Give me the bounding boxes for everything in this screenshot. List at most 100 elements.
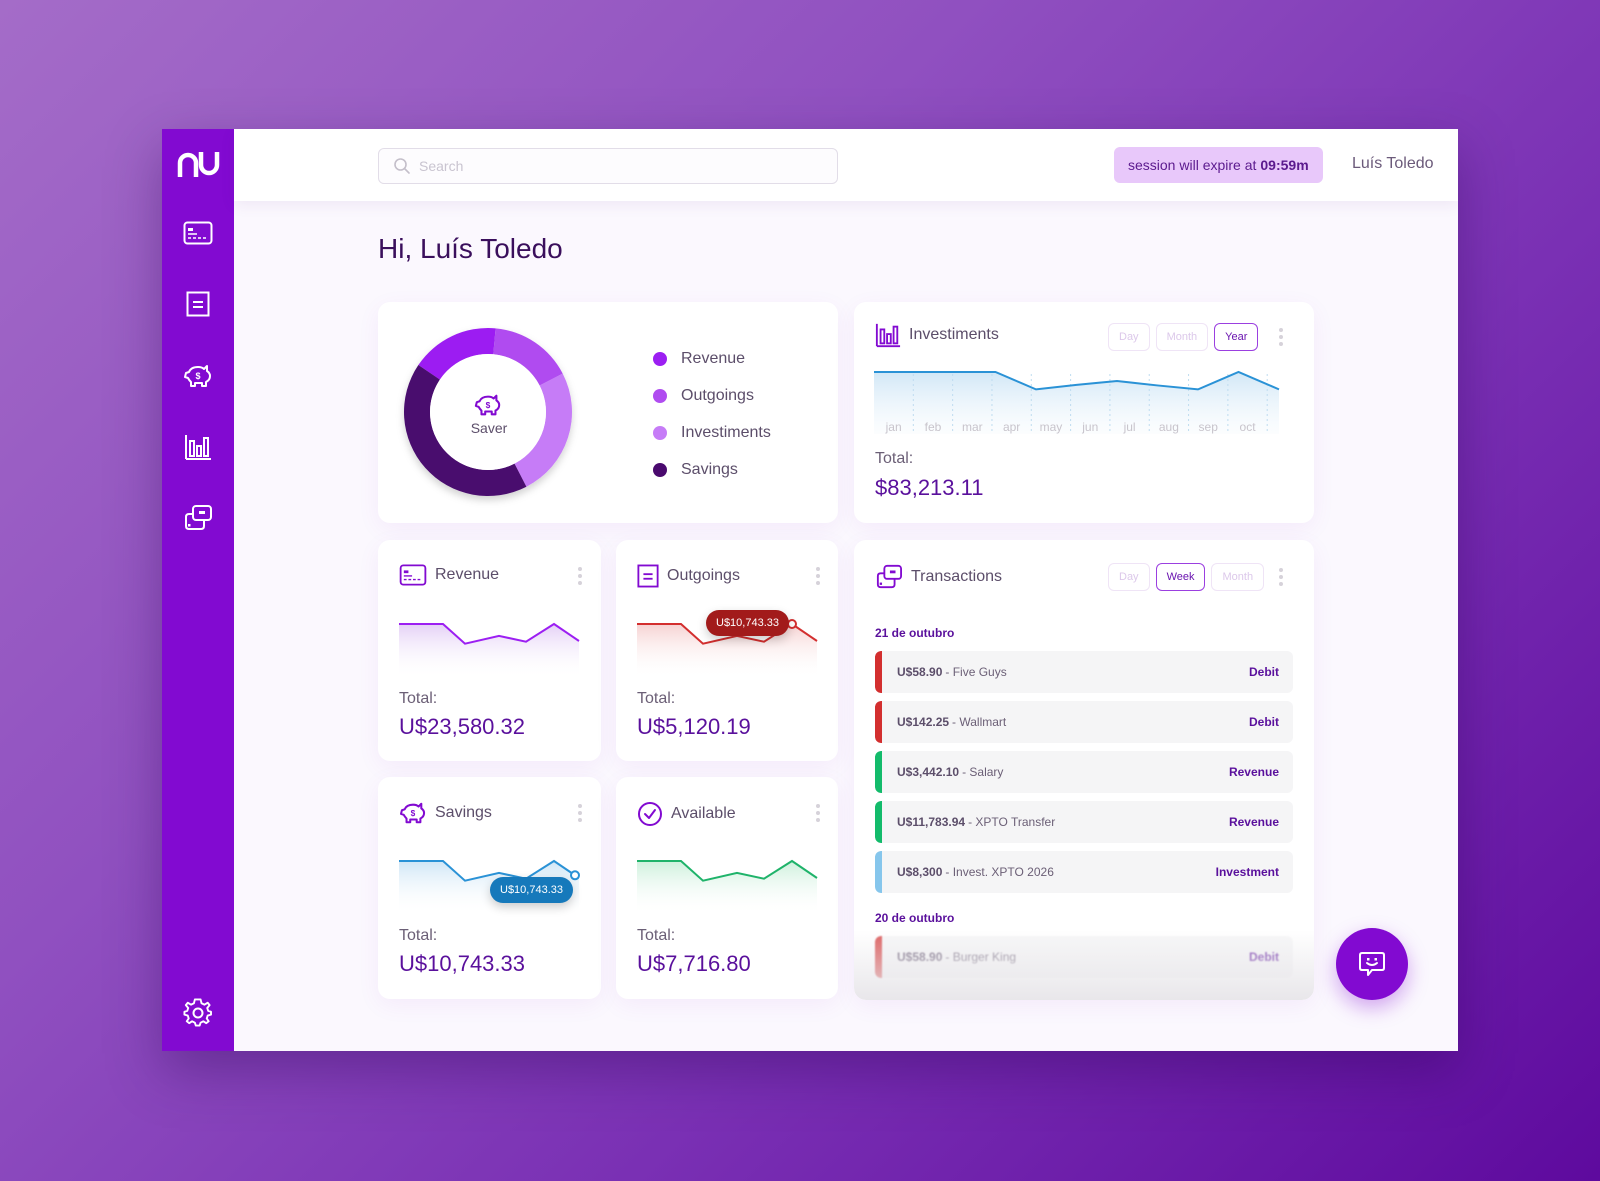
savings-card: $ Savings U$10,743.33 Total: U$10,743.33 [378, 777, 601, 999]
legend-item-savings: Savings [653, 451, 771, 488]
total-value: U$10,743.33 [399, 951, 525, 976]
sidebar-item-savings[interactable]: $ [180, 358, 216, 394]
user-name[interactable]: Luís Toledo [1352, 155, 1434, 173]
tx-type: Debit [1249, 665, 1279, 679]
piggy-bank-icon: $ [399, 802, 426, 824]
more-options-icon[interactable] [811, 801, 825, 825]
period-year-button[interactable]: Year [1214, 323, 1259, 351]
more-options-icon[interactable] [811, 564, 825, 588]
card-header: Investiments [875, 322, 999, 348]
nu-logo[interactable] [174, 149, 222, 179]
chat-support-button[interactable] [1336, 928, 1408, 1000]
tx-amount: U$3,442.10 [897, 765, 960, 779]
x-tick-label: sep [1199, 420, 1219, 434]
card-header: $ Savings [399, 801, 492, 825]
total-value: U$7,716.80 [637, 951, 751, 976]
gear-icon [183, 998, 212, 1027]
card-header: Revenue [399, 564, 499, 586]
app-window: $ session will expire at 09:59m Luís Tol… [162, 129, 1458, 1051]
search-icon [394, 158, 410, 174]
tx-type: Revenue [1228, 765, 1279, 779]
tx-description: - Salary [962, 765, 1004, 779]
total-label: Total: [875, 450, 914, 467]
total-value: U$23,580.32 [399, 714, 525, 739]
period-toggle: Day Month Year [1108, 323, 1259, 351]
period-month-button[interactable]: Month [1155, 323, 1209, 351]
tx-description: - Five Guys [945, 665, 1007, 679]
page-title: Hi, Luís Toledo [378, 233, 563, 264]
sidebar-settings[interactable] [180, 995, 216, 1031]
legend-item-revenue: Revenue [653, 340, 771, 377]
bar-chart-icon [875, 323, 901, 348]
type-indicator [875, 701, 882, 743]
card-header: Outgoings [637, 564, 740, 588]
x-tick-label: jan [885, 420, 902, 434]
transfer-icon [185, 505, 212, 530]
legend-label: Investiments [681, 423, 771, 441]
period-week-button[interactable]: Week [1155, 563, 1206, 591]
x-tick-label: oct [1240, 420, 1257, 434]
more-options-icon[interactable] [573, 564, 587, 588]
highlight-point[interactable] [787, 619, 797, 629]
transfer-icon [876, 564, 902, 589]
x-tick-label: aug [1159, 420, 1179, 434]
transaction-row[interactable]: U$58.90- Five Guys Debit [875, 651, 1293, 693]
chart-tooltip: U$10,743.33 [490, 877, 573, 903]
transaction-row[interactable]: U$8,300- Invest. XPTO 2026 Investment [875, 851, 1293, 893]
sidebar-item-investments[interactable] [180, 429, 216, 465]
total-value: U$5,120.19 [637, 714, 751, 739]
area-fill [399, 624, 579, 678]
overview-card: $ Saver Revenue Outgoings Investiments S… [378, 302, 838, 523]
tx-type: Debit [1249, 950, 1279, 964]
type-indicator [875, 651, 882, 693]
card-title: Revenue [435, 566, 500, 583]
legend-dot [653, 388, 667, 403]
x-tick-label: mar [962, 420, 983, 434]
transaction-row[interactable]: U$142.25- Wallmart Debit [875, 701, 1293, 743]
sidebar-item-cards[interactable] [180, 215, 216, 251]
tx-type: Revenue [1228, 815, 1279, 829]
sidebar-item-statement[interactable] [180, 286, 216, 322]
donut-chart [404, 328, 572, 496]
document-icon [637, 564, 659, 588]
type-indicator [875, 751, 882, 793]
tx-amount: U$8,300 [897, 865, 943, 879]
more-options-icon[interactable] [1274, 565, 1288, 589]
sidebar-item-transactions[interactable] [180, 500, 216, 536]
highlight-point[interactable] [570, 870, 580, 881]
tx-type: Debit [1249, 715, 1279, 729]
tx-amount: U$58.90 [897, 665, 943, 679]
tx-description: - XPTO Transfer [968, 815, 1056, 829]
type-indicator [875, 851, 882, 893]
investments-card: Investiments Day Month Year jan feb mar apr… [854, 302, 1314, 523]
card-header: Available [637, 801, 736, 827]
search-input[interactable] [419, 158, 819, 174]
top-header: session will expire at 09:59m Luís Toled… [234, 129, 1458, 201]
more-options-icon[interactable] [573, 801, 587, 825]
type-indicator [875, 801, 882, 843]
card-title: Savings [435, 804, 492, 821]
transaction-row[interactable]: U$11,783.94- XPTO Transfer Revenue [875, 801, 1293, 843]
legend-dot [653, 425, 667, 440]
date-header: 20 de outubro [875, 911, 955, 925]
transaction-row[interactable]: U$3,442.10- Salary Revenue [875, 751, 1293, 793]
period-month-button[interactable]: Month [1211, 563, 1265, 591]
piggy-bank-icon: $ [474, 394, 501, 416]
sidebar: $ [162, 129, 234, 1051]
donut-legend: Revenue Outgoings Investiments Savings [653, 340, 771, 488]
search-box[interactable] [378, 148, 838, 184]
period-day-button[interactable]: Day [1108, 323, 1150, 351]
tx-description: - Burger King [945, 950, 1017, 964]
legend-dot [653, 462, 667, 477]
more-options-icon[interactable] [1274, 325, 1288, 349]
transactions-card: Transactions Day Week Month 21 de outubr… [854, 540, 1314, 1000]
tx-description: - Wallmart [952, 715, 1007, 729]
period-day-button[interactable]: Day [1108, 563, 1150, 591]
svg-text:$: $ [486, 400, 491, 410]
svg-text:$: $ [195, 371, 200, 381]
x-tick-label: feb [925, 420, 942, 434]
credit-card-icon [399, 564, 427, 586]
transaction-row[interactable]: U$58.90- Burger King Debit [875, 936, 1293, 978]
date-header: 21 de outubro [875, 626, 955, 640]
card-title: Available [671, 805, 736, 822]
